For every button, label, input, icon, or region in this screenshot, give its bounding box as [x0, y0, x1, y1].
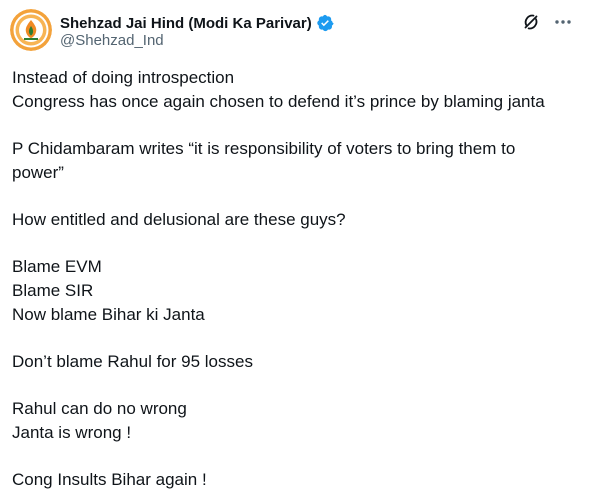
tweet-line: Janta is wrong ! [12, 423, 132, 442]
verified-badge-icon [316, 14, 334, 32]
author-name-row: Shehzad Jai Hind (Modi Ka Parivar) [60, 12, 334, 34]
tweet-text: Instead of doing introspection Congress … [12, 66, 578, 492]
author-display-name[interactable]: Shehzad Jai Hind (Modi Ka Parivar) [60, 15, 312, 32]
tweet-line: Cong Insults Bihar again ! [12, 470, 207, 489]
tweet-line: Blame SIR [12, 281, 94, 300]
tweet-line: Congress has once again chosen to defend… [12, 92, 545, 111]
tweet-line: P Chidambaram writes “it is responsibili… [12, 139, 516, 158]
tweet-top-actions [521, 12, 573, 32]
author-handle[interactable]: @Shehzad_Ind [60, 32, 164, 49]
tweet-line: Blame EVM [12, 257, 102, 276]
tweet-line: Instead of doing introspection [12, 68, 235, 87]
avatar[interactable] [10, 9, 52, 51]
more-options-icon[interactable] [553, 12, 573, 32]
tweet-line: Rahul can do no wrong [12, 399, 187, 418]
grok-icon[interactable] [521, 12, 541, 32]
avatar-image [10, 9, 52, 51]
tweet-line: Don’t blame Rahul for 95 losses [12, 352, 253, 371]
tweet-line: Now blame Bihar ki Janta [12, 305, 205, 324]
tweet-line: How entitled and delusional are these gu… [12, 210, 346, 229]
tweet-line: power” [12, 163, 64, 182]
